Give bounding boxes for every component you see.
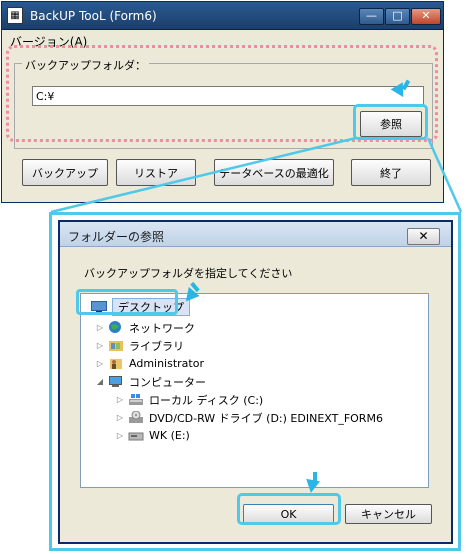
exit-button[interactable]: 終了 [351,159,431,186]
app-icon: ▦ [7,7,23,24]
restore-button[interactable]: リストア [116,159,196,186]
optimize-database-button[interactable]: データベースの最適化 [214,159,334,186]
cancel-button[interactable]: キャンセル [345,504,432,524]
local-disk-icon [128,393,144,406]
tree-node-dvd-drive[interactable]: ▷ DVD/CD-RW ドライブ (D:) EDINEXT_FORM6 [115,409,383,426]
pointer-arrow-icon [303,478,321,495]
tree-node-local-disk[interactable]: ▷ ローカル ディスク (C:) [115,391,263,408]
tree-node-wk-drive[interactable]: ▷ WK (E:) [115,427,190,444]
removable-drive-icon [128,429,144,442]
tree-node-libraries[interactable]: ▷ ライブラリ [95,337,184,354]
ok-button-highlight [237,493,341,525]
tree-node-label: Administrator [129,357,204,370]
browse-button-highlight [353,104,428,140]
expand-arrow-icon[interactable]: ▷ [95,359,105,368]
maximize-button[interactable]: □ [385,8,410,25]
tree-node-computer[interactable]: ◢ コンピューター [95,373,206,390]
title-bar: ▦ BackUP TooL (Form6) — □ ✕ [2,2,443,30]
network-icon [108,321,124,334]
expand-arrow-icon[interactable]: ▷ [115,413,125,422]
dialog-instruction: バックアップフォルダを指定してください [84,267,293,280]
dvd-drive-icon [128,410,144,424]
tree-node-label: ライブラリ [129,339,184,353]
tree-node-label: コンピューター [129,375,206,389]
expand-arrow-icon[interactable]: ▷ [95,323,105,332]
tree-node-administrator[interactable]: ▷ Administrator [95,355,204,372]
collapse-arrow-icon[interactable]: ◢ [95,377,105,386]
dialog-close-button[interactable]: ✕ [407,228,440,245]
expand-arrow-icon[interactable]: ▷ [115,431,125,440]
expand-arrow-icon[interactable]: ▷ [95,341,105,350]
expand-arrow-icon[interactable]: ▷ [115,395,125,404]
tree-node-label: WK (E:) [149,429,190,442]
dialog-title-bar: フォルダーの参照 ✕ [60,222,451,247]
close-button[interactable]: ✕ [411,8,441,25]
desktop-node-highlight [76,289,178,315]
tree-node-label: DVD/CD-RW ドライブ (D:) EDINEXT_FORM6 [149,411,383,425]
folder-tree[interactable]: デスクトップ ▷ ネットワーク ▷ ライブラリ ▷ Administrator … [80,293,429,488]
backup-button[interactable]: バックアップ [22,159,108,186]
window-title: BackUP TooL (Form6) [30,9,157,23]
minimize-button[interactable]: — [359,8,384,25]
library-icon [108,339,124,352]
dialog-title: フォルダーの参照 [68,230,165,244]
computer-icon [108,375,124,388]
user-icon [108,357,124,370]
tree-node-network[interactable]: ▷ ネットワーク [95,319,195,336]
tree-node-label: ネットワーク [129,321,195,335]
tree-node-label: ローカル ディスク (C:) [149,393,264,407]
